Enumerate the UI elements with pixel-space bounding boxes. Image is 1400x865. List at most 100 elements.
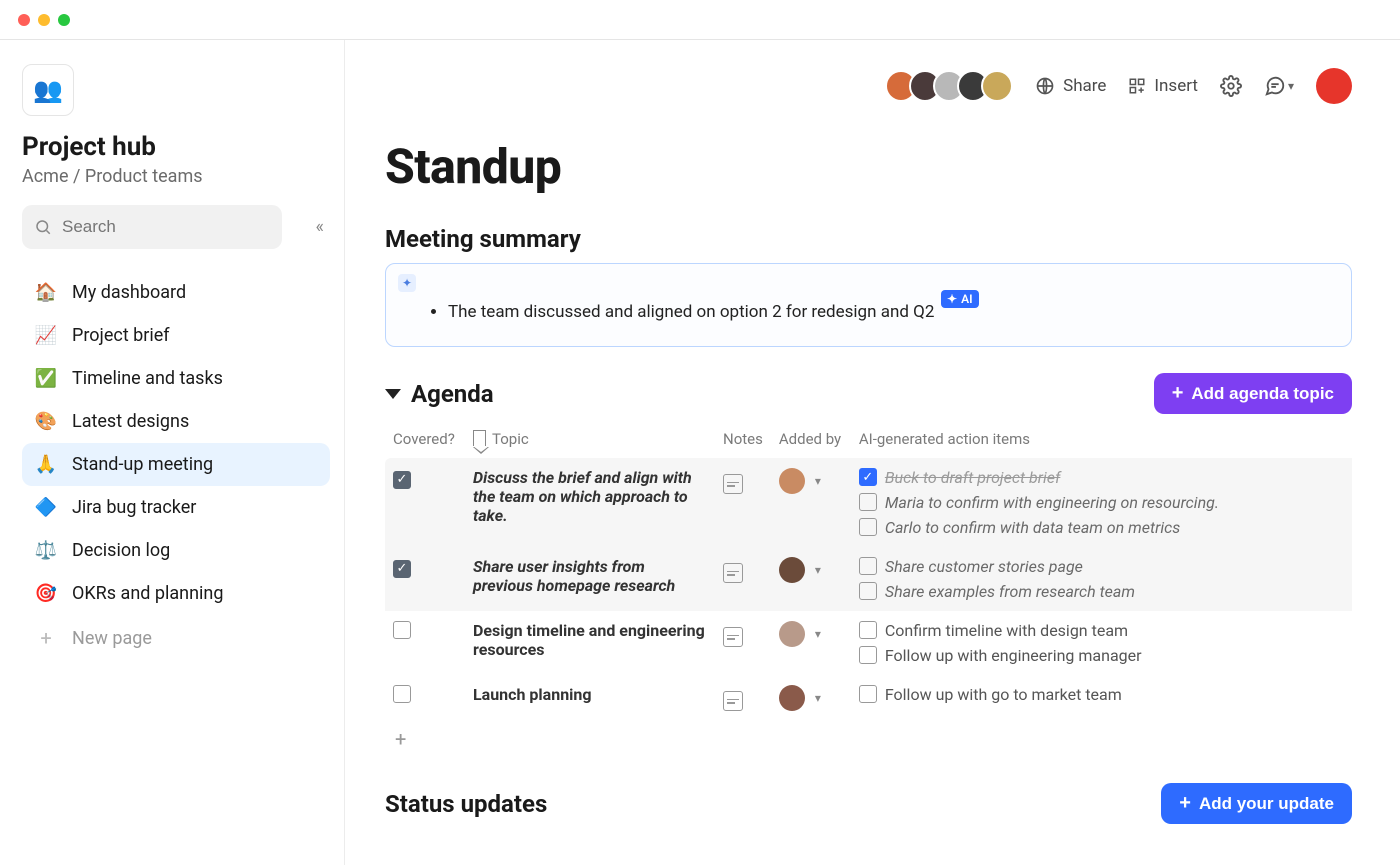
ai-item-checkbox[interactable] [859,582,877,600]
notes-icon[interactable] [723,563,743,583]
covered-checkbox[interactable]: ✓ [393,560,411,578]
table-row[interactable]: ✓ Discuss the brief and align with the te… [385,458,1352,547]
comments-button[interactable]: ▾ [1264,75,1294,97]
ai-item-checkbox[interactable] [859,685,877,703]
added-by-avatar[interactable] [779,621,805,647]
sidebar-item-icon: ⚖️ [34,540,58,561]
sidebar-item-label: Stand-up meeting [72,454,213,475]
window-minimize-icon[interactable] [38,14,50,26]
chevron-down-icon[interactable]: ▾ [815,627,821,641]
new-page-label: New page [72,628,152,649]
col-ai-items[interactable]: AI-generated action items [851,424,1352,458]
col-topic[interactable]: Topic [465,424,715,458]
chevron-down-icon[interactable]: ▾ [815,474,821,488]
col-notes[interactable]: Notes [715,424,771,458]
sidebar-item-jira-bug-tracker[interactable]: 🔷 Jira bug tracker [22,486,330,529]
chevron-down-icon[interactable]: ▾ [815,691,821,705]
table-row[interactable]: Launch planning▾Follow up with go to mar… [385,675,1352,721]
agenda-collapse-icon[interactable] [385,389,401,399]
gear-icon [1220,75,1242,97]
plus-icon: + [34,626,58,650]
presence-avatar[interactable] [981,70,1013,102]
sidebar-item-project-brief[interactable]: 📈Project brief [22,314,330,357]
added-by-avatar[interactable] [779,557,805,583]
add-row-button[interactable]: + [385,721,1352,757]
sidebar-item-icon: 🏠 [34,282,58,303]
ai-action-item[interactable]: Share examples from research team [859,582,1344,601]
share-button[interactable]: Share [1035,76,1106,96]
ai-action-item[interactable]: Follow up with go to market team [859,685,1344,704]
summary-heading: Meeting summary [385,225,1352,253]
new-page-button[interactable]: + New page [22,615,330,661]
ai-item-checkbox[interactable] [859,518,877,536]
ai-badge: ✦ AI [941,290,979,308]
window-close-icon[interactable] [18,14,30,26]
table-row[interactable]: Design timeline and engineering resource… [385,611,1352,675]
sparkle-icon: ✦ [398,274,416,292]
add-agenda-topic-button[interactable]: + Add agenda topic [1154,373,1352,414]
sidebar-item-timeline-and-tasks[interactable]: ✅Timeline and tasks [22,357,330,400]
ai-action-item[interactable]: Share customer stories page [859,557,1344,576]
covered-checkbox[interactable] [393,621,411,639]
ai-item-text: Share examples from research team [885,582,1135,601]
add-status-update-button[interactable]: + Add your update [1161,783,1352,824]
notes-icon[interactable] [723,627,743,647]
top-toolbar: Share Insert ▾ [385,56,1352,116]
chevron-down-icon[interactable]: ▾ [815,563,821,577]
sidebar-item-icon: 🎨 [34,411,58,432]
ai-action-item[interactable]: ✓Buck to draft project brief [859,468,1344,487]
notes-icon[interactable] [723,474,743,494]
ai-action-item[interactable]: Follow up with engineering manager [859,646,1344,665]
insert-button[interactable]: Insert [1128,76,1198,96]
agenda-heading: Agenda [411,380,494,408]
status-updates-heading: Status updates [385,790,547,818]
plus-icon: + [1172,382,1184,405]
covered-checkbox[interactable]: ✓ [393,471,411,489]
ai-action-item[interactable]: Carlo to confirm with data team on metri… [859,518,1344,537]
meeting-summary-box[interactable]: ✦ ✦ AI The team discussed and aligned on… [385,263,1352,347]
settings-button[interactable] [1220,75,1242,97]
sidebar-item-my-dashboard[interactable]: 🏠My dashboard [22,271,330,314]
table-row[interactable]: ✓Share user insights from previous homep… [385,547,1352,611]
window-zoom-icon[interactable] [58,14,70,26]
page-title: Standup [385,138,1352,195]
ai-item-checkbox[interactable] [859,493,877,511]
sidebar-item-icon: 🎯 [34,583,58,604]
search-input[interactable] [22,205,282,249]
summary-bullet: The team discussed and aligned on option… [448,302,1331,322]
sidebar-item-icon: ✅ [34,368,58,389]
sidebar-item-icon: 🔷 [34,497,58,518]
sidebar-item-decision-log[interactable]: ⚖️Decision log [22,529,330,572]
add-update-label: Add your update [1199,794,1334,814]
added-by-avatar[interactable] [779,468,805,494]
insert-label: Insert [1154,76,1198,96]
sidebar-item-label: OKRs and planning [72,583,223,604]
covered-checkbox[interactable] [393,685,411,703]
col-added-by[interactable]: Added by [771,424,851,458]
workspace-icon[interactable]: 👥 [22,64,74,116]
ai-item-checkbox[interactable] [859,646,877,664]
sidebar-item-latest-designs[interactable]: 🎨 Latest designs [22,400,330,443]
sidebar-item-stand-up-meeting[interactable]: 🙏Stand-up meeting [22,443,330,486]
sidebar-item-label: Latest designs [72,411,189,432]
presence-avatars[interactable] [885,70,1013,102]
col-covered[interactable]: Covered? [385,424,465,458]
ai-item-text: Follow up with engineering manager [885,646,1142,665]
sidebar-item-okrs-and-planning[interactable]: 🎯 OKRs and planning [22,572,330,615]
notes-icon[interactable] [723,691,743,711]
ai-item-checkbox[interactable]: ✓ [859,468,877,486]
current-user-avatar[interactable] [1316,68,1352,104]
search-icon [34,218,52,236]
chevron-down-icon: ▾ [1288,79,1294,93]
sidebar-item-label: Jira bug tracker [72,497,196,518]
breadcrumb[interactable]: Acme / Product teams [22,166,330,187]
added-by-avatar[interactable] [779,685,805,711]
main-content: Share Insert ▾ Standup Meeting summary ✦… [345,40,1400,865]
sidebar-collapse-icon[interactable]: « [316,217,324,238]
topic-text: Discuss the brief and align with the tea… [473,468,707,525]
ai-item-checkbox[interactable] [859,557,877,575]
ai-item-checkbox[interactable] [859,621,877,639]
ai-action-item[interactable]: Confirm timeline with design team [859,621,1344,640]
ai-action-item[interactable]: Maria to confirm with engineering on res… [859,493,1344,512]
sidebar-nav: 🏠My dashboard📈Project brief✅Timeline and… [22,271,330,661]
